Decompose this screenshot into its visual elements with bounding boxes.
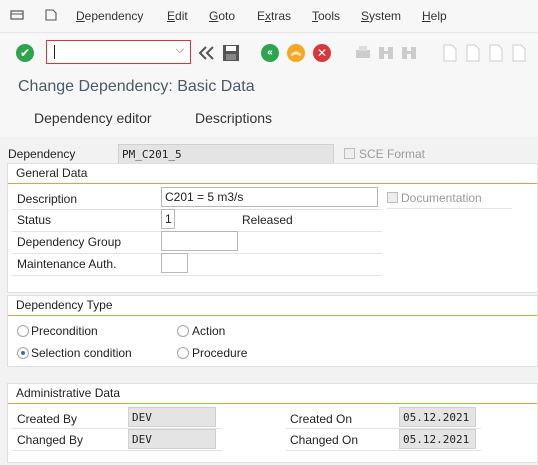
dependency-group-label: Dependency Group xyxy=(17,235,122,249)
command-field[interactable]: ⌵ xyxy=(46,40,191,64)
changed-by-field: DEV xyxy=(128,429,216,449)
customize-layout-icon[interactable] xyxy=(44,9,58,21)
menu-extras[interactable]: Extras xyxy=(257,9,291,23)
text-cursor xyxy=(54,45,55,59)
description-input[interactable]: C201 = 5 m3/s xyxy=(161,187,378,207)
general-data-title: General Data xyxy=(16,166,88,180)
dependency-type-title: Dependency Type xyxy=(16,298,113,312)
maintenance-auth-input[interactable] xyxy=(161,253,188,273)
status-text: Released xyxy=(242,213,293,227)
status-input[interactable]: 1 xyxy=(161,209,175,229)
maintenance-auth-label: Maintenance Auth. xyxy=(17,257,117,271)
changed-on-field: 05.12.2021 xyxy=(399,429,476,449)
application-toolbar: Dependency editor Descriptions xyxy=(0,101,538,137)
back-double-icon[interactable] xyxy=(197,44,217,62)
status-label: Status xyxy=(17,213,52,227)
menu-edit[interactable]: Edit xyxy=(167,9,188,23)
system-menu-icon[interactable] xyxy=(10,9,24,21)
selection-condition-label: Selection condition xyxy=(31,346,132,360)
administrative-data-group: Administrative Data Created By DEV Creat… xyxy=(7,383,538,463)
group-divider xyxy=(8,183,537,184)
documentation-checkbox[interactable] xyxy=(387,192,398,203)
procedure-label: Procedure xyxy=(192,346,248,360)
exit-icon[interactable]: ︽ xyxy=(287,44,305,62)
find-next-icon[interactable] xyxy=(400,44,418,62)
sce-format-checkbox[interactable] xyxy=(344,148,355,159)
back-icon[interactable]: « xyxy=(261,44,279,62)
changed-by-label: Changed By xyxy=(17,433,84,447)
standard-toolbar: ✔ ⌵ « ︽ ✕ xyxy=(0,33,538,73)
sce-format-label: SCE Format xyxy=(359,147,426,161)
first-page-icon[interactable] xyxy=(442,44,458,62)
previous-page-icon[interactable] xyxy=(465,44,481,62)
group-divider xyxy=(8,403,537,404)
row-divider xyxy=(12,450,222,451)
dependency-group-input[interactable] xyxy=(161,231,238,251)
menu-help[interactable]: Help xyxy=(422,9,447,23)
general-data-group: General Data Description C201 = 5 m3/s D… xyxy=(7,163,538,293)
action-radio[interactable] xyxy=(177,325,189,337)
dependency-field: PM_C201_5 xyxy=(118,144,334,164)
print-icon[interactable] xyxy=(354,44,372,62)
tab-dependency-editor[interactable]: Dependency editor xyxy=(34,110,152,126)
dependency-label: Dependency xyxy=(8,147,76,161)
menu-tools[interactable]: Tools xyxy=(312,9,340,23)
created-by-field: DEV xyxy=(128,407,216,427)
enter-icon[interactable]: ✔ xyxy=(16,44,34,62)
procedure-radio[interactable] xyxy=(177,347,189,359)
menu-bar: Dependency Edit Goto Extras Tools System… xyxy=(0,0,538,33)
row-divider xyxy=(286,450,481,451)
menu-goto[interactable]: Goto xyxy=(209,9,235,23)
menu-dependency[interactable]: Dependency xyxy=(76,9,143,23)
precondition-radio[interactable] xyxy=(17,325,29,337)
page-title: Change Dependency: Basic Data xyxy=(18,78,255,95)
administrative-data-title: Administrative Data xyxy=(16,386,121,400)
last-page-icon[interactable] xyxy=(511,44,527,62)
chevron-down-icon[interactable]: ⌵ xyxy=(176,44,184,57)
description-label: Description xyxy=(17,192,78,206)
created-on-field: 05.12.2021 xyxy=(399,407,476,427)
documentation-label: Documentation xyxy=(401,191,482,205)
created-by-label: Created By xyxy=(17,412,78,426)
row-divider xyxy=(12,275,382,276)
find-icon[interactable] xyxy=(377,44,395,62)
cancel-icon[interactable]: ✕ xyxy=(313,44,331,62)
main-content: Dependency PM_C201_5 SCE Format General … xyxy=(0,137,538,465)
save-icon[interactable] xyxy=(222,44,240,62)
selection-condition-radio[interactable] xyxy=(17,347,29,359)
dependency-type-group: Dependency Type Precondition Action Sele… xyxy=(7,295,538,367)
action-label: Action xyxy=(192,324,226,338)
tab-descriptions[interactable]: Descriptions xyxy=(195,110,272,126)
row-divider xyxy=(12,253,382,254)
changed-on-label: Changed On xyxy=(290,433,359,447)
next-page-icon[interactable] xyxy=(488,44,504,62)
created-on-label: Created On xyxy=(290,412,353,426)
row-divider xyxy=(12,209,382,210)
group-divider xyxy=(8,315,537,316)
row-divider xyxy=(387,208,512,209)
precondition-label: Precondition xyxy=(31,324,98,338)
menu-system[interactable]: System xyxy=(361,9,401,23)
